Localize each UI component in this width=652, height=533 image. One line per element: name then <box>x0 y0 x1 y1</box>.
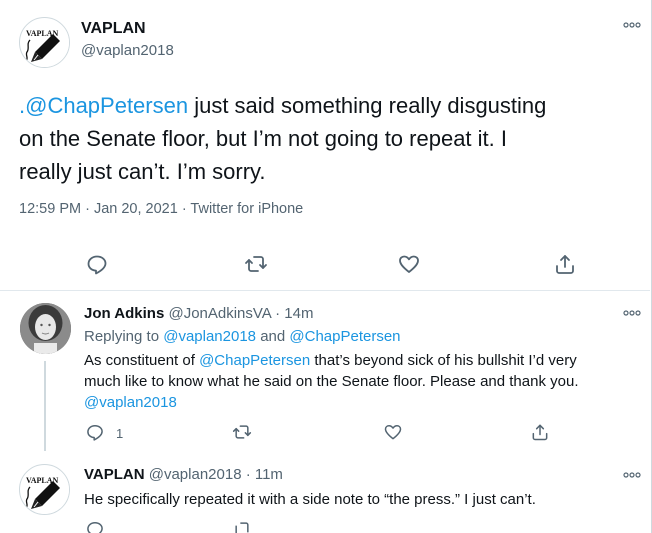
mention-link[interactable]: @vaplan2018 <box>84 394 177 411</box>
retweet-icon[interactable] <box>232 519 252 533</box>
display-name[interactable]: VAPLAN <box>84 466 145 483</box>
reply-actions: 1 <box>0 422 650 444</box>
like-icon[interactable] <box>397 252 421 276</box>
reply-icon[interactable] <box>85 422 105 442</box>
mention-link[interactable]: @vaplan2018 <box>163 328 256 345</box>
handle[interactable]: @vaplan2018 <box>81 42 174 59</box>
reply-icon[interactable] <box>85 519 105 533</box>
share-icon[interactable] <box>553 252 577 276</box>
display-name[interactable]: VAPLAN <box>81 20 146 38</box>
reply-text-line2: much like to know what he said on the Se… <box>84 373 579 390</box>
mention-link[interactable]: @ChapPetersen <box>289 328 400 345</box>
tweet-text-line1: just said something really disgusting <box>188 93 547 118</box>
avatar[interactable]: VAPLAN <box>19 464 70 515</box>
reply-text-part: that’s beyond sick of his bullshit I’d v… <box>310 352 577 369</box>
display-name[interactable]: Jon Adkins <box>84 305 164 322</box>
replying-prefix: Replying to <box>84 328 164 345</box>
share-icon[interactable] <box>530 422 550 442</box>
tweet-actions <box>0 252 650 278</box>
reply-icon[interactable] <box>85 252 109 276</box>
mention-link[interactable]: @ChapPetersen <box>199 352 310 369</box>
replying-to: Replying to @vaplan2018 and @ChapPeterse… <box>84 328 401 345</box>
reply-count: 1 <box>116 426 124 441</box>
reply-text-part: As constituent of <box>84 352 200 369</box>
retweet-icon[interactable] <box>232 422 252 442</box>
tweet-thread: VAPLAN VAPLAN @vaplan2018 .@ChapPetersen… <box>0 0 652 533</box>
tweet-text: .@ChapPetersen just said something reall… <box>19 89 629 188</box>
more-icon[interactable] <box>622 20 642 30</box>
tweet-text-line3: really just can’t. I’m sorry. <box>19 159 266 184</box>
mention-link[interactable]: .@ChapPetersen <box>19 93 188 118</box>
reply-tweet: Jon Adkins @JonAdkinsVA · 14m Replying t… <box>0 291 650 451</box>
handle-timestamp[interactable]: @JonAdkinsVA · 14m <box>168 305 313 322</box>
reply-actions <box>0 519 650 533</box>
replying-and: and <box>256 328 290 345</box>
avatar[interactable]: VAPLAN <box>19 17 70 68</box>
avatar[interactable] <box>20 303 71 354</box>
reply-text: He specifically repeated it with a side … <box>84 491 536 508</box>
reply-text: As constituent of @ChapPetersen that’s b… <box>84 350 639 413</box>
like-icon[interactable] <box>383 422 403 442</box>
reply-header: Jon Adkins @JonAdkinsVA · 14m <box>84 305 313 322</box>
handle-timestamp[interactable]: @vaplan2018 · 11m <box>149 466 283 483</box>
more-icon[interactable] <box>622 308 642 318</box>
more-icon[interactable] <box>622 470 642 480</box>
tweet-meta[interactable]: 12:59 PM · Jan 20, 2021 · Twitter for iP… <box>19 201 303 217</box>
main-tweet: VAPLAN VAPLAN @vaplan2018 .@ChapPetersen… <box>0 0 650 291</box>
tweet-text-line2: on the Senate floor, but I’m not going t… <box>19 126 507 151</box>
reply-header: VAPLAN @vaplan2018 · 11m <box>84 466 283 483</box>
retweet-icon[interactable] <box>244 252 268 276</box>
